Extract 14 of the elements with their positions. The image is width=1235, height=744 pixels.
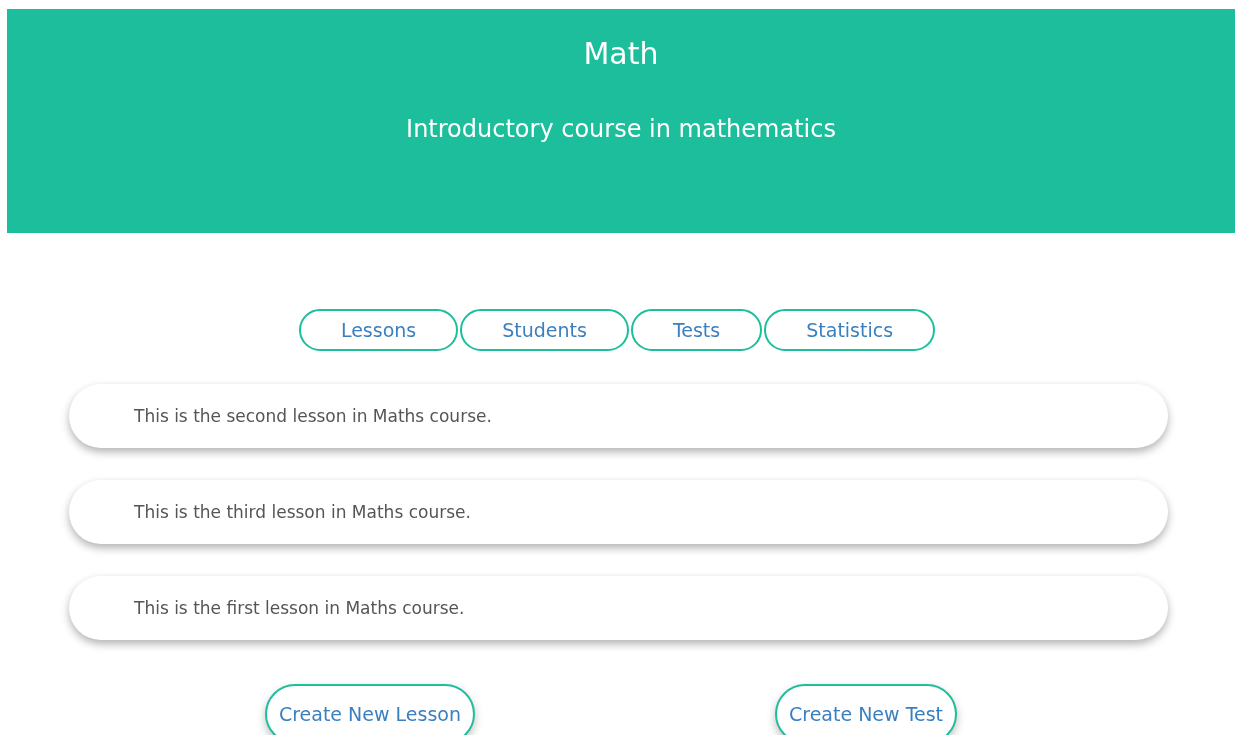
create-button[interactable]: Create New Test (775, 684, 958, 735)
lesson-text: This is the third lesson in Maths course. (134, 502, 471, 522)
lesson-text: This is the first lesson in Maths course. (134, 598, 465, 618)
tab[interactable]: Statistics (764, 309, 936, 351)
create-button[interactable]: Create New Lesson (264, 684, 475, 735)
lesson-text: This is the second lesson in Maths course. (134, 406, 492, 426)
lesson-card[interactable]: This is the first lesson in Maths course. (69, 576, 1168, 640)
course-title: Math (583, 36, 659, 72)
lesson-card[interactable]: This is the second lesson in Maths course. (69, 384, 1168, 448)
tab[interactable]: Lessons (298, 309, 459, 351)
course-subtitle: Introductory course in mathematics (406, 114, 836, 144)
tab[interactable]: Students (460, 309, 629, 351)
tab[interactable]: Tests (630, 309, 763, 351)
lesson-card[interactable]: This is the third lesson in Maths course. (69, 480, 1168, 544)
